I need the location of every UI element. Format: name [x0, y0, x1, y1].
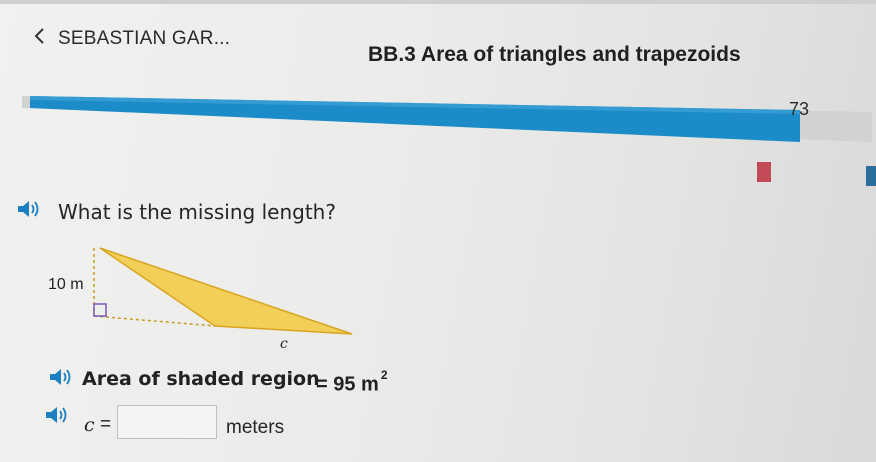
base-label: c	[280, 336, 288, 352]
base-extension-dashed-line	[93, 315, 216, 327]
speaker-icon[interactable]	[16, 198, 42, 220]
speaker-icon[interactable]	[48, 366, 74, 388]
skill-title: BB.3 Area of triangles and trapezoids	[368, 43, 741, 66]
answer-equals: =	[100, 414, 112, 435]
triangle-figure: 10 m c	[40, 238, 370, 358]
shaded-triangle	[99, 247, 353, 335]
right-angle-marker	[93, 303, 107, 317]
back-button[interactable]	[30, 24, 50, 48]
height-label: 10 m	[48, 276, 84, 293]
area-exponent: 2	[380, 368, 388, 382]
student-name[interactable]: SEBASTIAN GAR...	[58, 28, 230, 50]
smart-score: 73	[789, 99, 810, 119]
area-label: Area of shaded region	[82, 368, 320, 390]
bookmark-flag-icon	[757, 162, 771, 182]
milestone-flag-icon	[866, 166, 876, 186]
answer-variable: c	[84, 414, 95, 436]
area-equation: = 95 m2	[316, 368, 388, 397]
question-text: What is the missing length?	[58, 200, 336, 224]
chevron-left-icon	[34, 28, 44, 44]
answer-input[interactable]	[117, 405, 217, 439]
area-value: = 95 m	[316, 373, 379, 396]
progress-fill	[30, 96, 800, 142]
top-border	[0, 0, 876, 4]
speaker-icon[interactable]	[44, 404, 70, 426]
progress-bar	[22, 96, 872, 142]
answer-unit: meters	[226, 417, 285, 438]
